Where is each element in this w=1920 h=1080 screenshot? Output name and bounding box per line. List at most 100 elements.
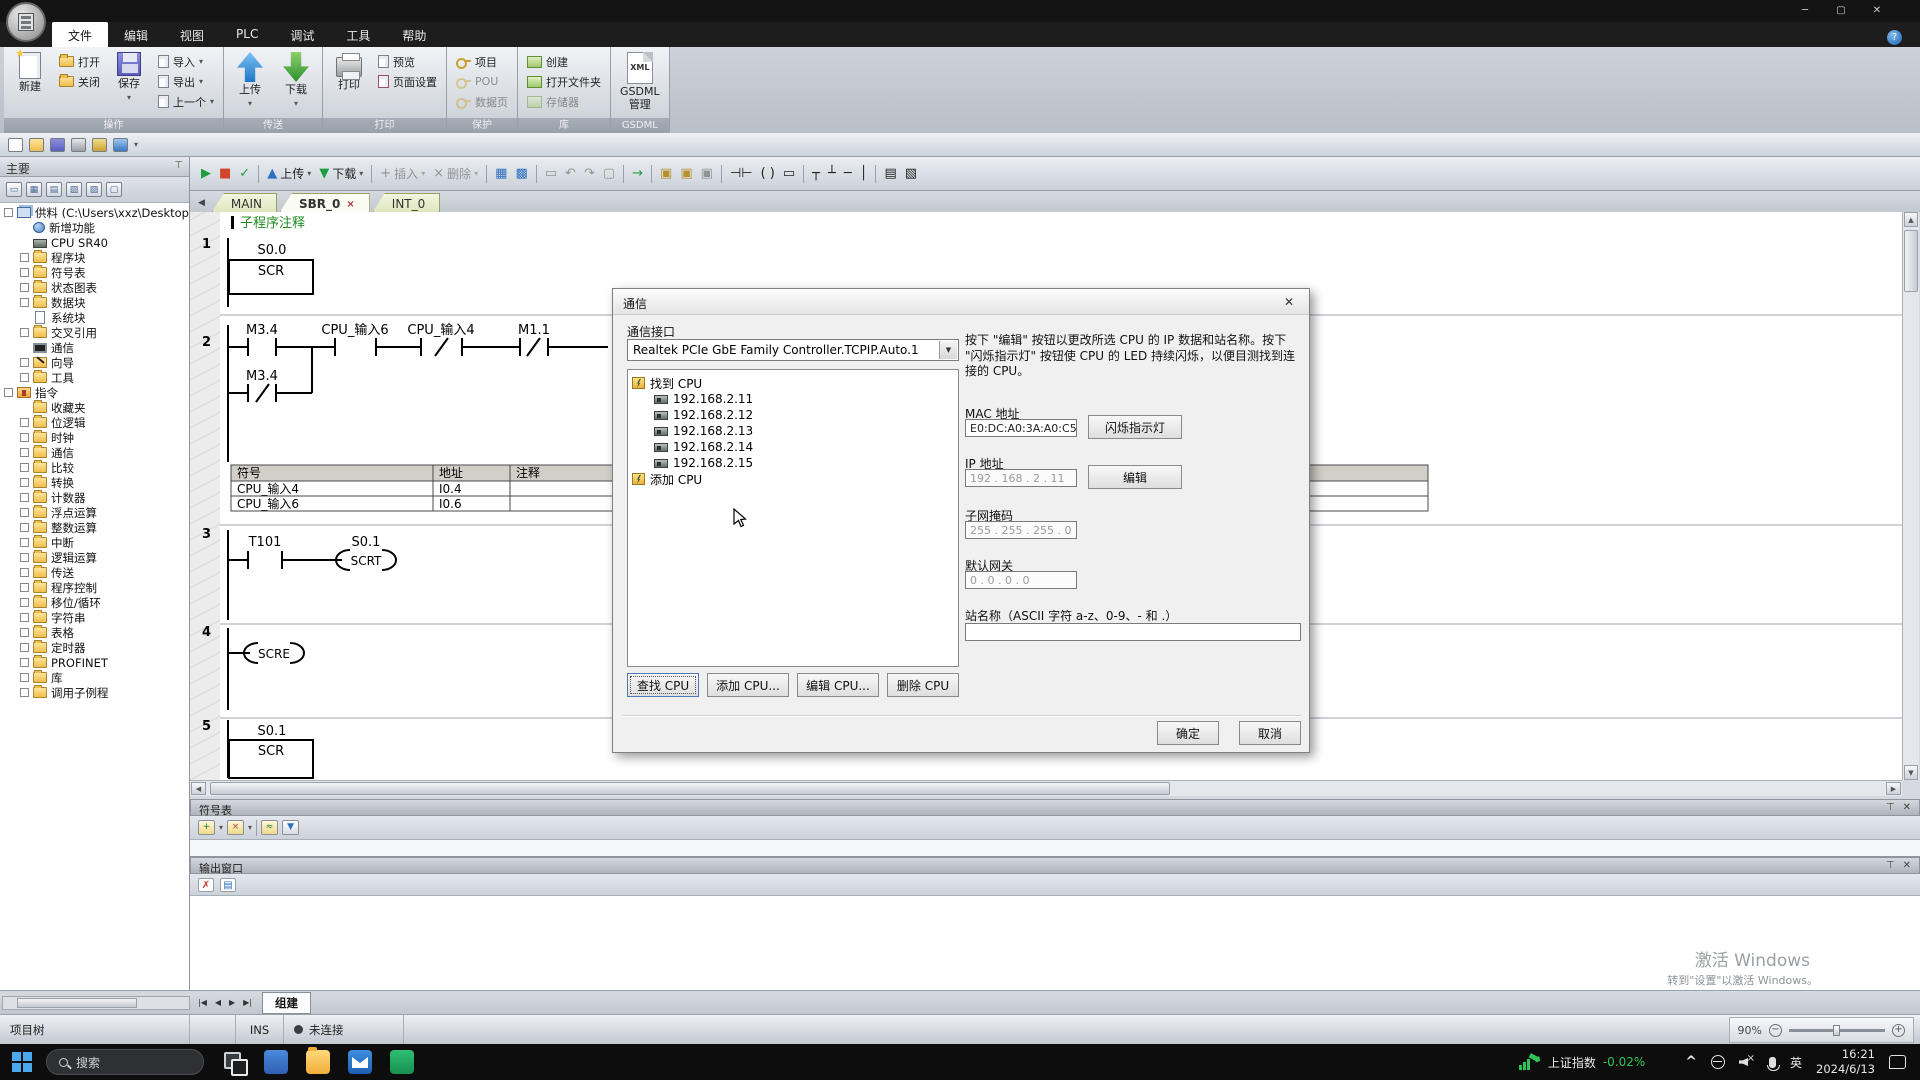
toolbar-button[interactable]	[536, 165, 537, 183]
tree-item[interactable]: 通信	[0, 445, 189, 460]
tree-expander[interactable]	[20, 508, 29, 517]
toolbar-program-block-button[interactable]: ▭	[6, 182, 22, 197]
undo-button[interactable]: ↶	[562, 163, 579, 185]
editor-tab[interactable]: SBR_0×	[280, 193, 370, 212]
new-symbol-table-button[interactable]: +	[198, 820, 215, 835]
quick-options-button[interactable]	[113, 138, 128, 152]
tree-item[interactable]: 计数器	[0, 490, 189, 505]
minimize-button[interactable]: ─	[1790, 3, 1820, 18]
tree-item[interactable]: 位逻辑	[0, 415, 189, 430]
download-button[interactable]: ▼下载▾	[316, 163, 366, 185]
tree-expander[interactable]	[20, 358, 29, 367]
new-button[interactable]: 新建	[8, 50, 52, 118]
scroll-left-icon[interactable]: ◀	[191, 782, 206, 795]
pin-icon[interactable]: ⊤	[1886, 802, 1895, 813]
tree-item[interactable]: 数据块	[0, 295, 189, 310]
combo-dropdown-icon[interactable]: ▼	[939, 341, 957, 359]
quick-open-button[interactable]	[29, 138, 44, 152]
redo-button[interactable]: ↷	[581, 163, 598, 185]
add-cpu-button[interactable]: 添加 CPU...	[707, 673, 789, 697]
cpu-list-item[interactable]: 192.168.2.11	[632, 391, 954, 407]
tree-expander[interactable]	[20, 598, 29, 607]
previous-button[interactable]: 上一个▾	[155, 93, 217, 110]
delete-button[interactable]: ×删除▾	[430, 163, 481, 185]
file-explorer-icon[interactable]	[306, 1050, 330, 1074]
tree-item[interactable]: 指令	[0, 385, 189, 400]
program-status-button[interactable]: ▦	[492, 163, 510, 185]
protect-project-button[interactable]: 项目	[453, 53, 511, 70]
toolbar-communications-button[interactable]: ▢	[106, 182, 122, 197]
quickbar-more-button[interactable]: ▾	[134, 140, 138, 149]
editor-tab[interactable]: INT_0	[373, 193, 440, 212]
scrollbar-thumb[interactable]	[17, 998, 137, 1008]
tree-expander[interactable]	[20, 418, 29, 427]
tree-item[interactable]: 移位/循环	[0, 595, 189, 610]
close-button[interactable]: ✕	[1862, 3, 1892, 18]
toolbar-button[interactable]	[623, 165, 624, 183]
taskbar-app-icon-2[interactable]	[390, 1050, 414, 1074]
pin-icon[interactable]: ⊤	[174, 160, 183, 173]
tab-close-icon[interactable]: ×	[346, 199, 354, 210]
taskbar-search[interactable]: 搜索	[46, 1049, 204, 1075]
first-tab-button[interactable]: |◀	[194, 995, 211, 1010]
library-open-folder-button[interactable]: 打开文件夹	[524, 73, 604, 90]
interface-combobox[interactable]: Realtek PCIe GbE Family Controller.TCPIP…	[627, 339, 959, 361]
task-view-icon[interactable]	[222, 1050, 246, 1074]
insert-contact-button[interactable]: ⊣⊢	[727, 163, 756, 185]
volume-muted-icon[interactable]	[1739, 1056, 1755, 1068]
tree-item[interactable]: 工具	[0, 370, 189, 385]
toolbar-system-block-button[interactable]: ▨	[86, 182, 102, 197]
network-icon[interactable]	[1711, 1055, 1725, 1069]
open-button[interactable]: 打开	[56, 53, 103, 70]
quick-new-button[interactable]	[8, 138, 23, 152]
last-tab-button[interactable]: ▶|	[239, 995, 256, 1010]
delete-symbol-button[interactable]: ×	[227, 820, 244, 835]
run-button[interactable]: ▶	[198, 163, 214, 185]
insert-button[interactable]: +插入▾	[377, 163, 428, 185]
close-file-button[interactable]: 关闭	[56, 73, 103, 90]
tree-item[interactable]: 库	[0, 670, 189, 685]
tree-expander[interactable]	[20, 463, 29, 472]
tree-expander[interactable]	[20, 253, 29, 262]
page-setup-button[interactable]: 页面设置	[375, 73, 440, 90]
tree-expander[interactable]	[4, 388, 13, 397]
tree-expander[interactable]	[4, 208, 13, 217]
lock-button[interactable]: ▣	[657, 163, 675, 185]
zoom-in-icon[interactable]: +	[1892, 1024, 1905, 1037]
tree-expander[interactable]	[20, 613, 29, 622]
tree-item[interactable]: 字符串	[0, 610, 189, 625]
tree-item[interactable]: 转换	[0, 475, 189, 490]
tree-item[interactable]: 供料 (C:\Users\xxz\Desktop\2	[0, 205, 189, 220]
save-button[interactable]: 保存▾	[107, 50, 151, 118]
tree-expander[interactable]	[20, 373, 29, 382]
cpu-list-item[interactable]: 192.168.2.13	[632, 423, 954, 439]
stop-button[interactable]: ■	[216, 163, 234, 185]
add-cpu-node[interactable]: 添加 CPU	[632, 471, 954, 487]
tree-item[interactable]: 向导	[0, 355, 189, 370]
build-tab[interactable]: 组建	[262, 992, 311, 1014]
apply-symbols-button[interactable]: ▼	[282, 820, 299, 835]
flash-led-button[interactable]: 闪烁指示灯	[1088, 415, 1182, 439]
cpu-list-item[interactable]: 192.168.2.12	[632, 407, 954, 423]
quick-save-button[interactable]	[50, 138, 65, 152]
tree-expander[interactable]	[20, 583, 29, 592]
scrollbar-thumb[interactable]	[1904, 230, 1918, 292]
symbol-panel-content[interactable]	[190, 840, 1920, 856]
tree-item[interactable]: 交叉引用	[0, 325, 189, 340]
upload-button-ribbon[interactable]: 上传▾	[228, 50, 272, 118]
tree-item[interactable]: 比较	[0, 460, 189, 475]
menu-item[interactable]: 帮助	[386, 22, 442, 47]
insert-hline-button[interactable]: ─	[841, 163, 855, 185]
microphone-icon[interactable]	[1769, 1057, 1776, 1068]
toolbar-button[interactable]	[651, 165, 652, 183]
mail-app-icon[interactable]	[348, 1050, 372, 1074]
tree-expander[interactable]	[20, 268, 29, 277]
menu-item[interactable]: 视图	[164, 22, 220, 47]
chart-status-button[interactable]: ▩	[512, 163, 530, 185]
toolbar-button[interactable]	[721, 165, 722, 183]
output-panel-content[interactable]: 激活 Windows 转到"设置"以激活 Windows。	[190, 896, 1920, 991]
toolbar-button[interactable]	[875, 165, 876, 183]
help-icon[interactable]: ?	[1887, 30, 1902, 45]
next-tab-button[interactable]: ▶	[225, 995, 239, 1010]
menu-item[interactable]: 调试	[274, 22, 330, 47]
